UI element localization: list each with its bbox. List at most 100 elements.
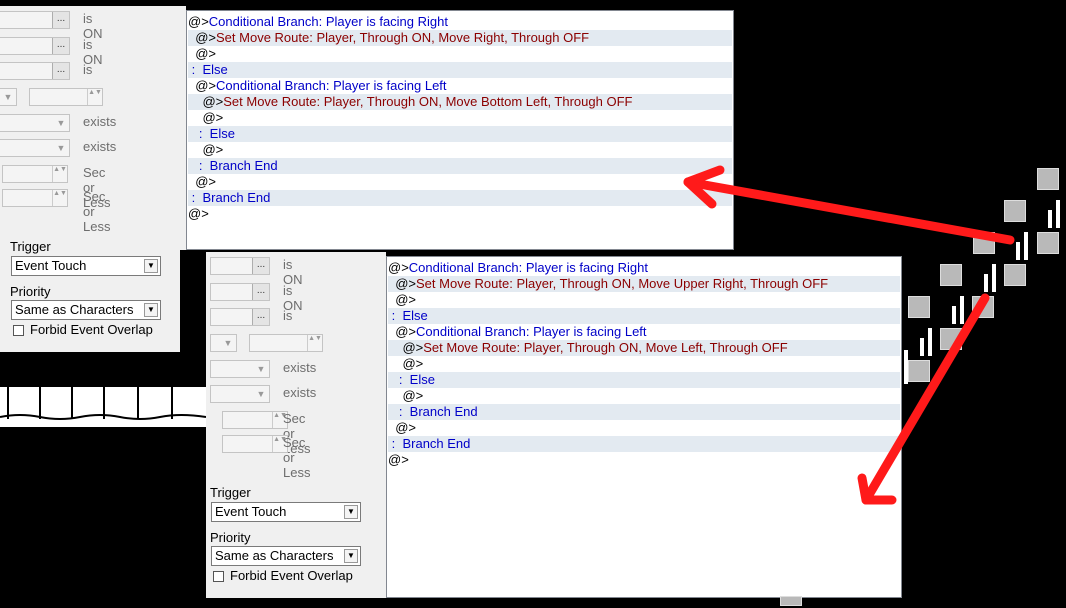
priority-select[interactable]: Same as Characters ▼ — [11, 300, 161, 320]
command-prefix: @> — [388, 452, 409, 467]
command-line[interactable]: : Else — [388, 372, 900, 388]
command-line[interactable]: @> — [188, 46, 732, 62]
command-line[interactable]: @> — [388, 388, 900, 404]
spin-arrows-icon[interactable]: ▲▼ — [52, 190, 67, 206]
condition-select[interactable]: ... — [0, 11, 70, 29]
command-prefix: @> — [188, 78, 217, 93]
command-line[interactable]: @> — [188, 142, 732, 158]
condition-suffix: exists — [83, 114, 117, 129]
trigger-select[interactable]: Event Touch ▼ — [211, 502, 361, 522]
command-line[interactable]: : Branch End — [188, 158, 732, 174]
chevron-down-icon[interactable]: ▼ — [0, 89, 16, 105]
command-line[interactable]: @>Set Move Route: Player, Through ON, Mo… — [188, 94, 732, 110]
timer-spinner[interactable]: ▲▼ — [2, 165, 68, 183]
chevron-down-icon[interactable]: ▼ — [220, 335, 236, 351]
condition-select[interactable]: ... — [210, 257, 270, 275]
command-line[interactable]: @> — [188, 174, 732, 190]
priority-value: Same as Characters — [15, 302, 134, 317]
command-text: Set Move Route: Player, Through ON, Move… — [216, 30, 590, 45]
timer-spinner[interactable]: ▲▼ — [2, 189, 68, 207]
bottom-event-command-list[interactable]: @>Conditional Branch: Player is facing R… — [386, 256, 902, 598]
command-line[interactable]: @> — [188, 206, 732, 222]
top-event-command-list[interactable]: @>Conditional Branch: Player is facing R… — [186, 10, 734, 250]
priority-label: Priority — [210, 530, 251, 545]
condition-dropdown[interactable]: ▼ — [210, 385, 270, 403]
command-line[interactable]: @> — [388, 292, 900, 308]
spin-arrows-icon[interactable]: ▲▼ — [87, 89, 102, 105]
condition-dropdown[interactable]: ▼ — [210, 334, 237, 352]
ruler-marks — [0, 387, 207, 420]
bottom-divider — [370, 252, 386, 598]
command-line[interactable]: @>Conditional Branch: Player is facing L… — [188, 78, 732, 94]
forbid-overlap-checkbox[interactable] — [13, 325, 24, 336]
command-line[interactable]: @> — [388, 356, 900, 372]
ellipsis-button[interactable]: ... — [52, 12, 69, 28]
command-line[interactable]: : Branch End — [388, 404, 900, 420]
condition-suffix: Sec or Less — [83, 189, 111, 234]
command-line[interactable]: @>Set Move Route: Player, Through ON, Mo… — [388, 340, 900, 356]
command-line[interactable]: @>Conditional Branch: Player is facing R… — [388, 260, 900, 276]
condition-select[interactable]: ... — [210, 283, 270, 301]
condition-suffix: is — [83, 62, 93, 77]
command-text: : Branch End — [198, 158, 278, 173]
top-left-panel: ... is ON... is ON... is ▼ ▲▼ ▼ exists ▼ exists ▲▼… — [0, 6, 180, 352]
command-line[interactable]: : Else — [388, 308, 900, 324]
command-line[interactable]: @> — [388, 452, 900, 468]
chevron-down-icon[interactable]: ▼ — [53, 115, 69, 131]
chevron-down-icon[interactable]: ▼ — [344, 549, 358, 563]
forbid-overlap-label: Forbid Event Overlap — [30, 322, 153, 337]
command-line[interactable]: : Else — [188, 126, 732, 142]
command-prefix: @> — [388, 324, 417, 339]
command-line[interactable]: @> — [188, 110, 732, 126]
command-prefix: @> — [388, 356, 424, 371]
command-text: Conditional Branch: Player is facing Lef… — [416, 324, 647, 339]
command-line[interactable]: : Branch End — [388, 436, 900, 452]
chevron-down-icon[interactable]: ▼ — [144, 259, 158, 273]
condition-select[interactable]: ... — [0, 62, 70, 80]
command-line[interactable]: @>Conditional Branch: Player is facing R… — [188, 14, 732, 30]
forbid-overlap-checkbox[interactable] — [213, 571, 224, 582]
command-line[interactable]: @>Set Move Route: Player, Through ON, Mo… — [188, 30, 732, 46]
command-prefix — [388, 404, 399, 419]
chevron-down-icon[interactable]: ▼ — [253, 386, 269, 402]
value-spinner[interactable]: ▲▼ — [29, 88, 103, 106]
priority-select[interactable]: Same as Characters ▼ — [211, 546, 361, 566]
command-text: Set Move Route: Player, Through ON, Move… — [423, 340, 788, 355]
condition-dropdown[interactable]: ▼ — [210, 360, 270, 378]
command-text: Conditional Branch: Player is facing Lef… — [216, 78, 447, 93]
command-prefix: @> — [188, 110, 224, 125]
command-prefix: @> — [388, 340, 424, 355]
condition-suffix: exists — [83, 139, 117, 154]
command-line[interactable]: : Branch End — [188, 190, 732, 206]
condition-suffix: Sec or Less — [283, 435, 311, 480]
ellipsis-button[interactable]: ... — [52, 38, 69, 54]
ellipsis-button[interactable]: ... — [252, 309, 269, 325]
command-prefix: @> — [188, 174, 217, 189]
condition-select[interactable]: ... — [210, 308, 270, 326]
command-line[interactable]: @>Set Move Route: Player, Through ON, Mo… — [388, 276, 900, 292]
trigger-select[interactable]: Event Touch ▼ — [11, 256, 161, 276]
command-prefix: @> — [388, 276, 417, 291]
command-line[interactable]: @> — [388, 420, 900, 436]
command-text: Set Move Route: Player, Through ON, Move… — [223, 94, 633, 109]
spin-arrows-icon[interactable]: ▲▼ — [52, 166, 67, 182]
timer-spinner[interactable]: ▲▼ — [222, 435, 288, 453]
trigger-value: Event Touch — [215, 504, 287, 519]
ellipsis-button[interactable]: ... — [52, 63, 69, 79]
condition-select[interactable]: ... — [0, 37, 70, 55]
command-text: Set Move Route: Player, Through ON, Move… — [416, 276, 829, 291]
value-spinner[interactable]: ▲▼ — [249, 334, 323, 352]
condition-dropdown[interactable]: ▼ — [0, 114, 70, 132]
ellipsis-button[interactable]: ... — [252, 258, 269, 274]
command-line[interactable]: : Else — [188, 62, 732, 78]
condition-dropdown[interactable]: ▼ — [0, 139, 70, 157]
ellipsis-button[interactable]: ... — [252, 284, 269, 300]
chevron-down-icon[interactable]: ▼ — [253, 361, 269, 377]
condition-dropdown[interactable]: ▼ — [0, 88, 17, 106]
timer-spinner[interactable]: ▲▼ — [222, 411, 288, 429]
chevron-down-icon[interactable]: ▼ — [53, 140, 69, 156]
command-line[interactable]: @>Conditional Branch: Player is facing L… — [388, 324, 900, 340]
spin-arrows-icon[interactable]: ▲▼ — [307, 335, 322, 351]
chevron-down-icon[interactable]: ▼ — [144, 303, 158, 317]
chevron-down-icon[interactable]: ▼ — [344, 505, 358, 519]
